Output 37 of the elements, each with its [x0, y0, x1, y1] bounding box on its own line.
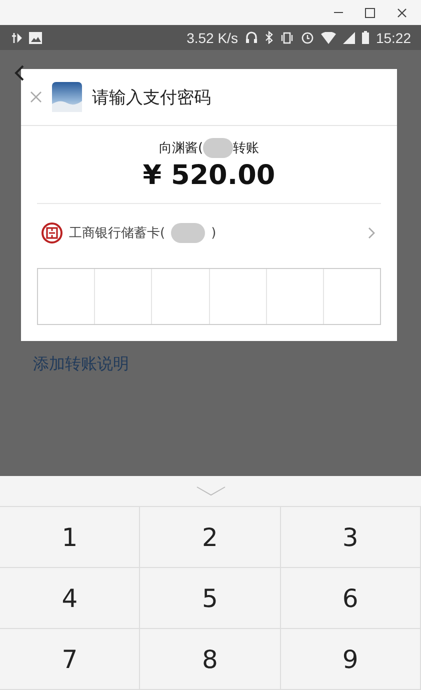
- back-icon[interactable]: [14, 65, 24, 81]
- digit-key[interactable]: 9: [280, 629, 421, 690]
- blurred-name: [203, 138, 234, 158]
- chevron-right-icon: [368, 227, 375, 239]
- close-icon[interactable]: [397, 8, 407, 18]
- headphones-icon: [244, 31, 258, 44]
- avatar: [52, 82, 82, 112]
- blurred-card-number: [171, 223, 206, 243]
- wifi-icon: [320, 32, 336, 44]
- digit-key[interactable]: 3: [280, 507, 421, 568]
- recipient-label: 向渊酱(: [158, 140, 204, 157]
- usb-debug-icon: [10, 32, 22, 44]
- clock: 15:22: [376, 30, 411, 46]
- transfer-label: 转账: [233, 140, 260, 157]
- payment-card-row[interactable]: 工商银行储蓄卡( ): [37, 203, 381, 262]
- card-name: 工商银行储蓄卡(: [69, 225, 166, 242]
- collapse-icon[interactable]: [196, 486, 226, 496]
- digit-key[interactable]: 4: [0, 568, 140, 629]
- digit-key[interactable]: 5: [140, 568, 281, 629]
- bluetooth-icon: [264, 31, 273, 44]
- vibrate-icon: [280, 32, 294, 44]
- amount: ¥ 520.00: [142, 160, 276, 191]
- password-field[interactable]: [37, 268, 381, 325]
- digit-key[interactable]: 6: [280, 568, 421, 629]
- image-icon: [29, 32, 42, 44]
- digit-key[interactable]: 7: [0, 629, 140, 690]
- alarm-icon: [300, 31, 314, 44]
- signal-icon: [342, 32, 355, 44]
- bank-logo-icon: [41, 222, 63, 244]
- digit-key[interactable]: 8: [140, 629, 281, 690]
- digit-key[interactable]: 2: [140, 507, 281, 568]
- card-close-paren: ): [211, 226, 216, 240]
- maximize-icon[interactable]: [365, 8, 375, 18]
- network-speed: 3.52 K/s: [186, 30, 238, 46]
- digit-key[interactable]: 1: [0, 507, 140, 568]
- dialog-title: 请输入支付密码: [92, 86, 211, 108]
- battery-icon: [362, 31, 369, 44]
